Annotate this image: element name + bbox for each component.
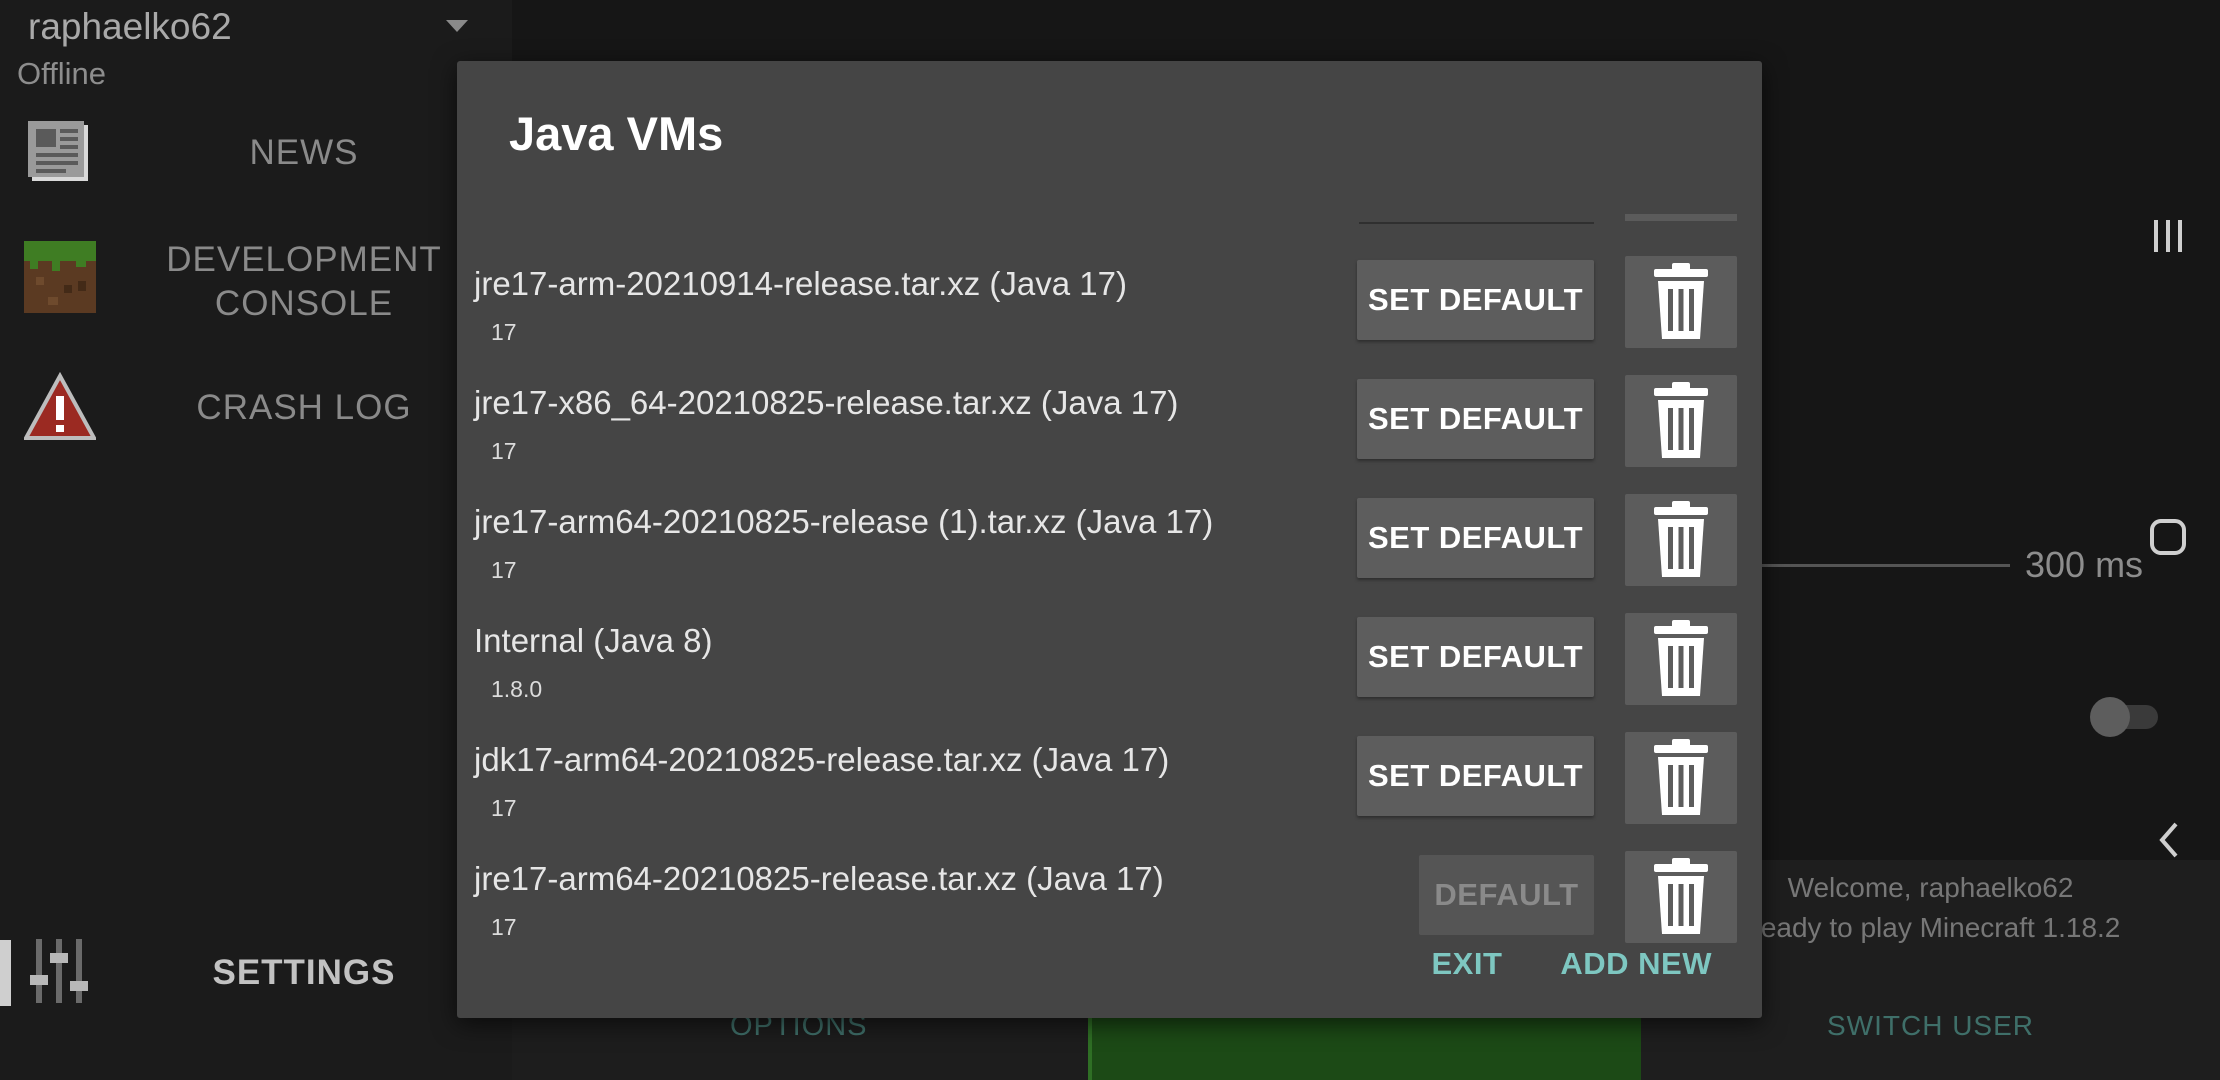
toggle-thumb[interactable] (2090, 697, 2130, 737)
vm-row: jre17-arm-20210914-release.tar.xz (Java … (457, 243, 1762, 362)
warning-icon (24, 372, 96, 440)
sidebar: raphaelko62 Offline NEWS DEVELOPMENT CON… (0, 0, 512, 1080)
trash-icon (1654, 620, 1708, 696)
vm-version: 17 (491, 438, 517, 464)
dialog-title: Java VMs (509, 107, 724, 160)
dialog-actions: EXIT ADD NEW (1431, 946, 1712, 982)
vm-version: 1.8.0 (491, 676, 543, 702)
trash-icon (1654, 739, 1708, 815)
sidebar-item-label: NEWS (249, 133, 359, 172)
java-vms-dialog: Java VMs jre17-arm-20210914-release.tar.… (457, 61, 1762, 1018)
sidebar-item-label: SETTINGS (212, 953, 396, 992)
home-icon[interactable] (2148, 517, 2188, 557)
vm-row: jre17-arm64-20210825-release (1).tar.xz … (457, 481, 1762, 600)
vm-name: Internal (Java 8) (474, 622, 713, 659)
trash-icon (1654, 858, 1708, 934)
slider-track[interactable] (1760, 564, 2010, 567)
vm-list[interactable]: jre17-arm-20210914-release.tar.xz (Java … (457, 156, 1762, 956)
trash-icon (1654, 263, 1708, 339)
delete-button[interactable] (1625, 851, 1737, 943)
delete-button[interactable] (1625, 732, 1737, 824)
trash-icon (1654, 501, 1708, 577)
account-dropdown-icon[interactable] (446, 20, 468, 32)
vm-name: jre17-arm64-20210825-release.tar.xz (Jav… (474, 860, 1164, 897)
vm-version: 17 (491, 795, 517, 821)
sidebar-item-settings[interactable]: SETTINGS (0, 935, 512, 1011)
delete-button[interactable] (1625, 375, 1737, 467)
account-username[interactable]: raphaelko62 (28, 6, 232, 48)
vm-row: jre17-arm64-20210825-release.tar.xz (Jav… (457, 838, 1762, 956)
vm-name: jre17-arm-20210914-release.tar.xz (Java … (474, 265, 1127, 302)
news-icon (28, 121, 88, 181)
delete-button[interactable] (1625, 256, 1737, 348)
set-default-button[interactable]: SET DEFAULT (1357, 379, 1594, 459)
set-default-button[interactable]: SET DEFAULT (1357, 498, 1594, 578)
set-default-button[interactable]: SET DEFAULT (1357, 617, 1594, 697)
exit-button[interactable]: EXIT (1431, 946, 1502, 982)
divider (1359, 222, 1594, 224)
back-icon[interactable] (2150, 820, 2190, 860)
vm-version: 17 (491, 557, 517, 583)
set-default-button[interactable]: SET DEFAULT (1357, 736, 1594, 816)
vm-name: jre17-arm64-20210825-release (1).tar.xz … (474, 503, 1214, 540)
delete-button[interactable] (1625, 613, 1737, 705)
sidebar-item-crash-log[interactable]: CRASH LOG (0, 370, 512, 446)
vm-row: jre17-x86_64-20210825-release.tar.xz (Ja… (457, 362, 1762, 481)
sidebar-item-label: DEVELOPMENT CONSOLE (166, 240, 442, 323)
vm-version: 17 (491, 319, 517, 345)
add-new-button[interactable]: ADD NEW (1560, 946, 1712, 982)
set-default-button[interactable]: SET DEFAULT (1357, 260, 1594, 340)
default-button: DEFAULT (1419, 855, 1594, 935)
sidebar-item-development-console[interactable]: DEVELOPMENT CONSOLE (0, 238, 512, 328)
delete-button[interactable] (1625, 494, 1737, 586)
account-status: Offline (17, 56, 107, 91)
recent-apps-icon[interactable] (2148, 216, 2188, 256)
sidebar-item-news[interactable]: NEWS (0, 115, 512, 191)
grass-block-icon (24, 241, 96, 313)
play-button[interactable] (1088, 1015, 1649, 1080)
vm-name: jre17-x86_64-20210825-release.tar.xz (Ja… (474, 384, 1179, 421)
vm-row: jdk17-arm64-20210825-release.tar.xz (Jav… (457, 719, 1762, 838)
vm-row: Internal (Java 8) 1.8.0 SET DEFAULT (457, 600, 1762, 719)
delete-button-fragment (1625, 214, 1737, 221)
vm-name: jdk17-arm64-20210825-release.tar.xz (Jav… (474, 741, 1170, 778)
sidebar-item-label: CRASH LOG (196, 388, 412, 427)
sliders-icon (30, 939, 88, 1003)
trash-icon (1654, 382, 1708, 458)
slider-value: 300 ms (2025, 544, 2144, 585)
vm-version: 17 (491, 914, 517, 940)
